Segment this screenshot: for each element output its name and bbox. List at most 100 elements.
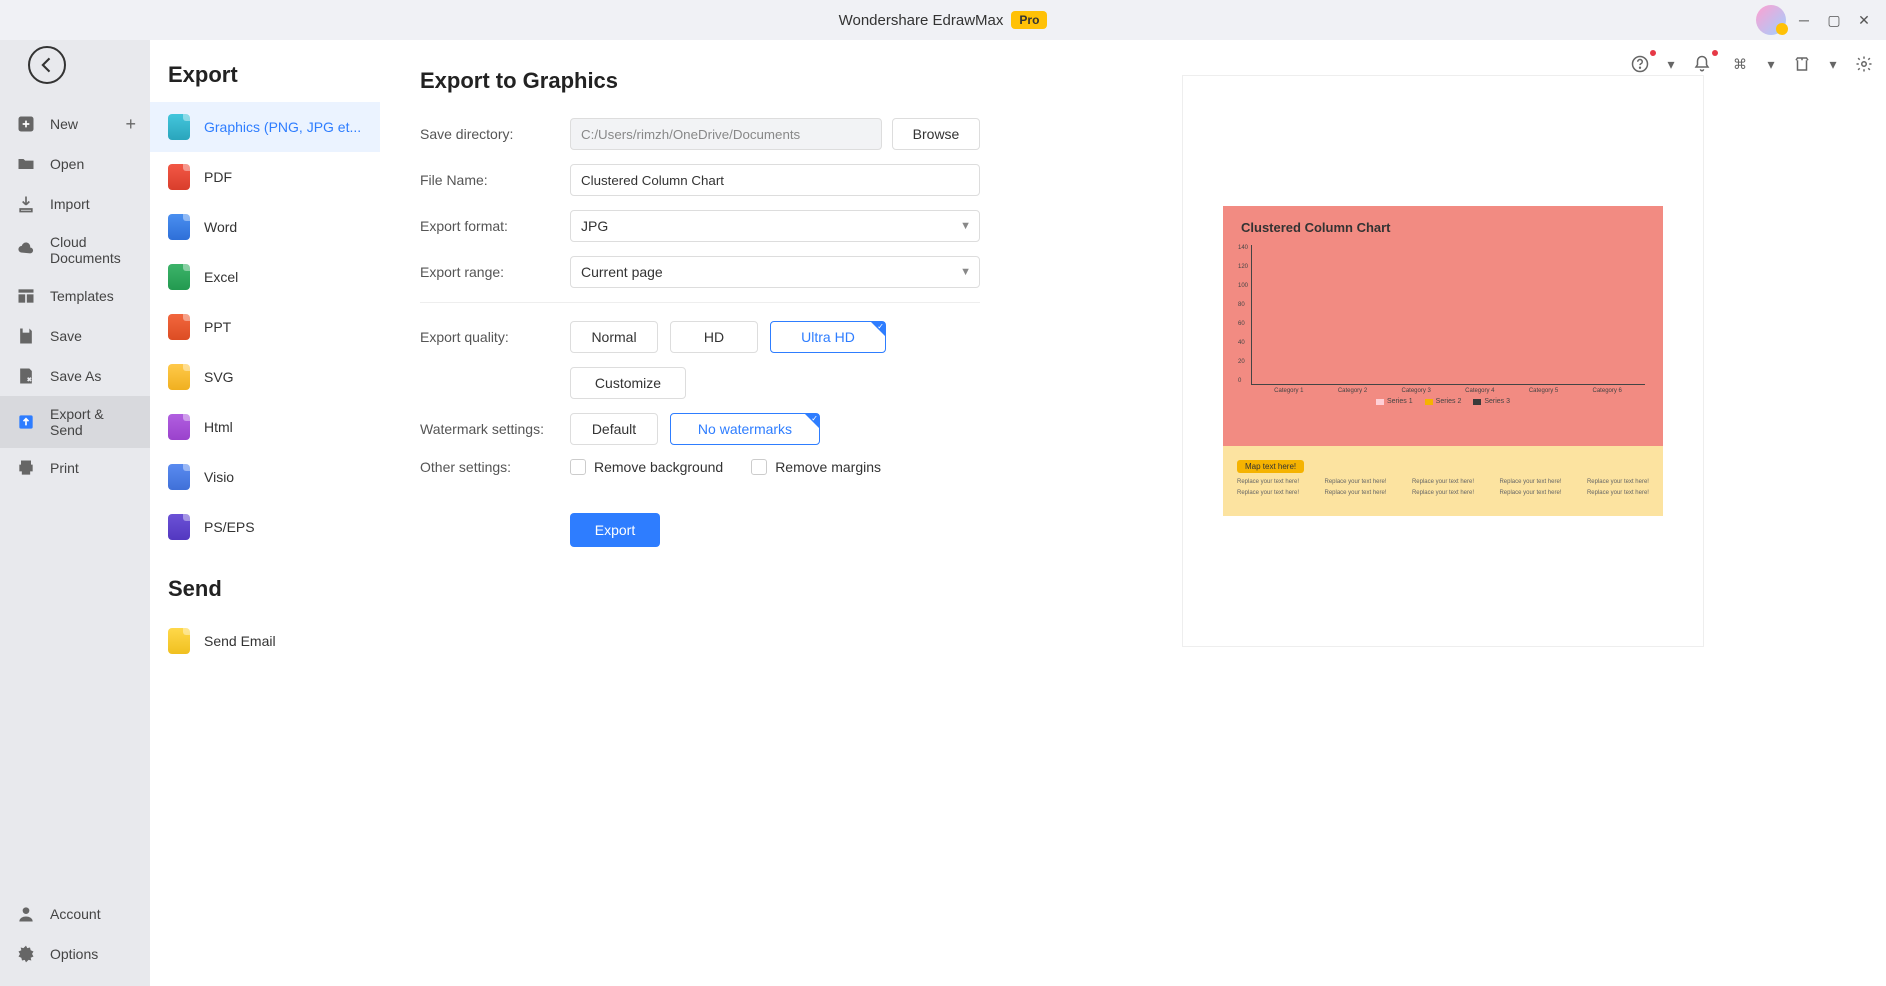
legend-item: Series 3 (1473, 398, 1510, 405)
filename-input[interactable] (570, 164, 980, 196)
nav-label: Save As (50, 368, 101, 384)
nav-label: Options (50, 946, 98, 962)
folder-icon (16, 154, 36, 174)
export-pdf[interactable]: PDF (150, 152, 380, 202)
label-filename: File Name: (420, 172, 570, 188)
chevron-down-icon[interactable]: ▾ (1828, 52, 1838, 76)
nav-open[interactable]: Open (0, 144, 150, 184)
export-ps[interactable]: PS/EPS (150, 502, 380, 552)
saveas-icon (16, 366, 36, 386)
export-ppt[interactable]: PPT (150, 302, 380, 352)
export-excel[interactable]: Excel (150, 252, 380, 302)
nav-label: Cloud Documents (50, 234, 134, 266)
placeholder-text: Replace your text here! (1499, 490, 1561, 496)
chevron-down-icon[interactable]: ▾ (1666, 52, 1676, 76)
image-file-icon (168, 114, 190, 140)
quality-hd[interactable]: HD (670, 321, 758, 353)
format-select[interactable]: JPG ▼ (570, 210, 980, 242)
close-icon[interactable]: ✕ (1852, 8, 1876, 32)
quality-customize[interactable]: Customize (570, 367, 686, 399)
category-label: Category 5 (1512, 388, 1576, 394)
export-word[interactable]: Word (150, 202, 380, 252)
nav-label: Account (50, 906, 101, 922)
minimize-icon[interactable]: ─ (1792, 8, 1816, 32)
gear-icon (16, 944, 36, 964)
category-label: Category 2 (1321, 388, 1385, 394)
html-file-icon (168, 414, 190, 440)
nav-options[interactable]: Options (0, 934, 150, 974)
nav-label: Templates (50, 288, 114, 304)
placeholder-text: Replace your text here! (1237, 490, 1299, 496)
export-item-label: Excel (204, 269, 238, 285)
nav-templates[interactable]: Templates (0, 276, 150, 316)
export-item-label: PDF (204, 169, 232, 185)
send-section-title: Send (150, 576, 380, 616)
watermark-none[interactable]: No watermarks (670, 413, 820, 445)
export-visio[interactable]: Visio (150, 452, 380, 502)
label-watermark: Watermark settings: (420, 421, 570, 437)
y-tick: 60 (1238, 321, 1248, 327)
nav-label: Open (50, 156, 84, 172)
browse-button[interactable]: Browse (892, 118, 980, 150)
bell-icon[interactable] (1690, 52, 1714, 76)
nav-import[interactable]: Import (0, 184, 150, 224)
export-item-label: Visio (204, 469, 234, 485)
back-button[interactable] (28, 46, 66, 84)
theme-icon[interactable] (1790, 52, 1814, 76)
nav-print[interactable]: Print (0, 448, 150, 488)
plus-icon[interactable]: + (125, 114, 136, 135)
chevron-down-icon[interactable]: ▾ (1766, 52, 1776, 76)
quality-normal[interactable]: Normal (570, 321, 658, 353)
nav-label: Save (50, 328, 82, 344)
app-title: Wondershare EdrawMax (839, 12, 1004, 29)
range-select[interactable]: Current page ▼ (570, 256, 980, 288)
svg-file-icon (168, 364, 190, 390)
y-tick: 0 (1238, 378, 1248, 384)
export-item-label: SVG (204, 369, 234, 385)
nav-new[interactable]: New + (0, 104, 150, 144)
excel-file-icon (168, 264, 190, 290)
remove-background-checkbox[interactable]: Remove background (570, 459, 723, 475)
nav-label: Export & Send (50, 406, 134, 438)
avatar[interactable] (1756, 5, 1786, 35)
chart-tag: Map text here! (1237, 460, 1304, 473)
nav-saveas[interactable]: Save As (0, 356, 150, 396)
help-icon[interactable] (1628, 52, 1652, 76)
quality-ultra-hd[interactable]: Ultra HD (770, 321, 886, 353)
export-html[interactable]: Html (150, 402, 380, 452)
nav-export-send[interactable]: Export & Send (0, 396, 150, 448)
export-button[interactable]: Export (570, 513, 660, 547)
placeholder-text: Replace your text here! (1587, 479, 1649, 485)
export-item-label: PS/EPS (204, 519, 255, 535)
export-item-label: Word (204, 219, 237, 235)
plus-square-icon (16, 114, 36, 134)
checkbox-label: Remove background (594, 459, 723, 475)
legend-item: Series 2 (1425, 398, 1462, 405)
templates-icon (16, 286, 36, 306)
cloud-icon (16, 240, 36, 260)
y-tick: 120 (1238, 264, 1248, 270)
export-graphics[interactable]: Graphics (PNG, JPG et... (150, 102, 380, 152)
ps-file-icon (168, 514, 190, 540)
placeholder-text: Replace your text here! (1499, 479, 1561, 485)
nav-cloud[interactable]: Cloud Documents (0, 224, 150, 276)
save-directory-input (570, 118, 882, 150)
nav-save[interactable]: Save (0, 316, 150, 356)
gear-icon[interactable] (1852, 52, 1876, 76)
send-email[interactable]: Send Email (150, 616, 380, 666)
remove-margins-checkbox[interactable]: Remove margins (751, 459, 881, 475)
y-tick: 140 (1238, 245, 1248, 251)
user-icon (16, 904, 36, 924)
category-label: Category 3 (1384, 388, 1448, 394)
export-svg[interactable]: SVG (150, 352, 380, 402)
maximize-icon[interactable]: ▢ (1822, 8, 1846, 32)
watermark-default[interactable]: Default (570, 413, 658, 445)
shortcut-icon[interactable]: ⌘ (1728, 52, 1752, 76)
chart-plot: 140120100806040200 (1251, 245, 1645, 385)
placeholder-text: Replace your text here! (1324, 479, 1386, 485)
nav-label: New (50, 116, 78, 132)
checkbox-icon (751, 459, 767, 475)
nav-account[interactable]: Account (0, 894, 150, 934)
pro-badge: Pro (1011, 11, 1047, 29)
pdf-file-icon (168, 164, 190, 190)
